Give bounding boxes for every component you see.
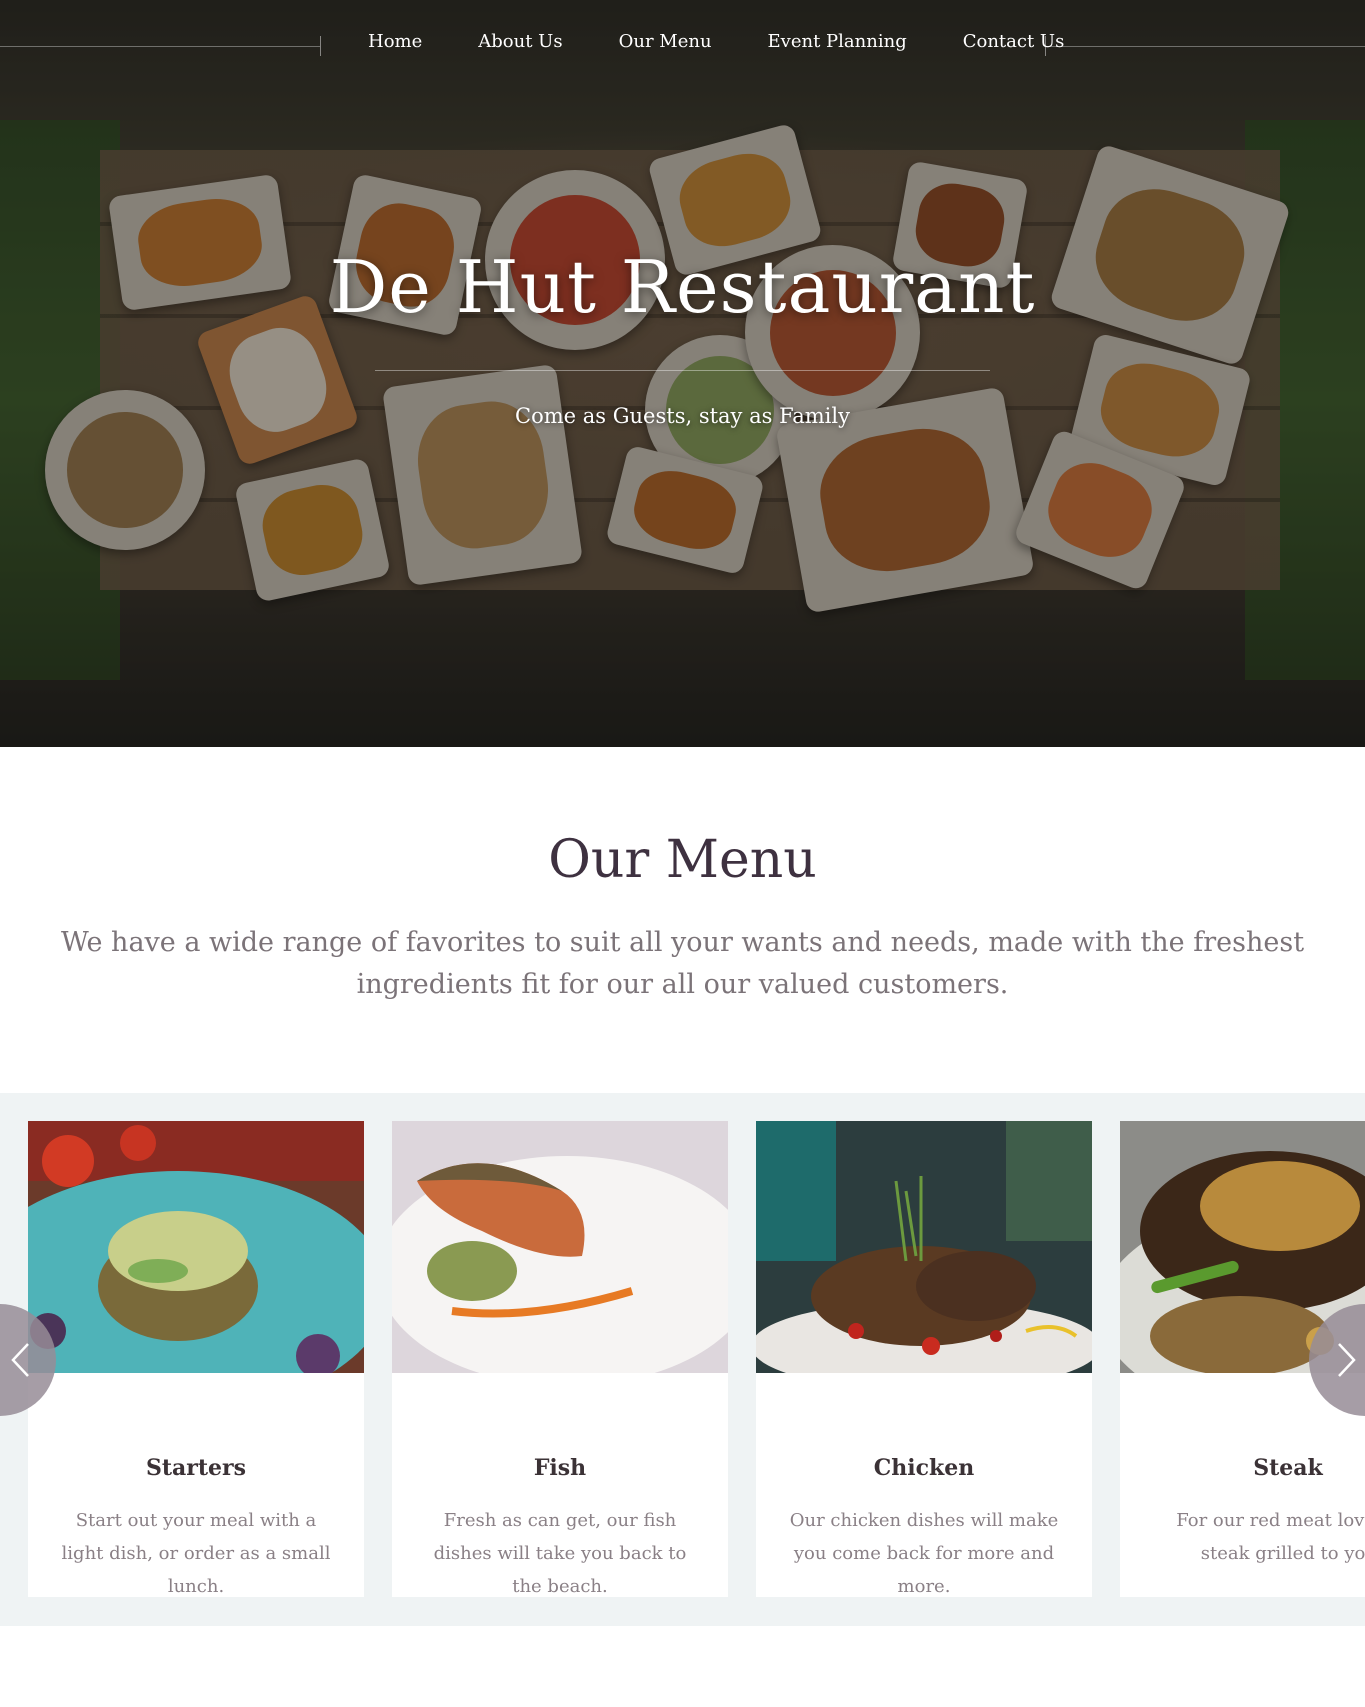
nav-item-menu: Our Menu <box>591 30 740 54</box>
chicken-photo <box>756 1121 1092 1373</box>
menu-carousel: Starters Start out your meal with a ligh… <box>0 1093 1365 1626</box>
menu-section-description: We have a wide range of favorites to sui… <box>60 927 1305 1000</box>
card-title: Starters <box>145 1455 247 1481</box>
nav-line-right <box>1045 46 1365 47</box>
nav-link-event-planning[interactable]: Event Planning <box>740 30 935 54</box>
card-description: Start out your meal with a light dish, o… <box>61 1510 331 1597</box>
nav-item-home: Home <box>340 30 450 54</box>
nav-link-contact-us[interactable]: Contact Us <box>935 30 1093 54</box>
card-title: Chicken <box>873 1455 975 1481</box>
menu-card-fish[interactable]: Fish Fresh as can get, our fish dishes w… <box>392 1121 728 1597</box>
nav-line-left <box>0 46 320 47</box>
nav-divider-left <box>320 36 321 56</box>
card-description: For our red meat lovers, the steak grill… <box>1176 1510 1365 1564</box>
nav-item-events: Event Planning <box>740 30 935 54</box>
menu-section-title: Our Menu <box>548 830 817 890</box>
hero-tagline: Come as Guests, stay as Family <box>515 404 850 428</box>
menu-card-chicken[interactable]: Chicken Our chicken dishes will make you… <box>756 1121 1092 1597</box>
chevron-left-icon <box>11 1343 29 1377</box>
menu-card-starters[interactable]: Starters Start out your meal with a ligh… <box>28 1121 364 1597</box>
nav-item-contact: Contact Us <box>935 30 1093 54</box>
nav-link-about-us[interactable]: About Us <box>450 30 590 54</box>
card-title: Fish <box>533 1455 587 1481</box>
fish-photo <box>392 1121 728 1373</box>
hero-section: Home About Us Our Menu Event Planning Co… <box>0 0 1365 747</box>
nav-item-about: About Us <box>450 30 590 54</box>
hero-overlay <box>0 0 1365 747</box>
card-description: Our chicken dishes will make you come ba… <box>789 1510 1059 1597</box>
starters-photo <box>28 1121 364 1373</box>
nav-link-our-menu[interactable]: Our Menu <box>591 30 740 54</box>
card-description: Fresh as can get, our fish dishes will t… <box>433 1510 687 1597</box>
hero-title: De Hut Restaurant <box>329 245 1036 329</box>
main-navigation: Home About Us Our Menu Event Planning Co… <box>0 0 1365 86</box>
card-title: Steak <box>1253 1455 1323 1481</box>
chevron-right-icon <box>1338 1343 1356 1377</box>
nav-link-home[interactable]: Home <box>340 30 450 54</box>
hero-divider <box>375 370 990 371</box>
nav-menu: Home About Us Our Menu Event Planning Co… <box>340 30 1092 54</box>
